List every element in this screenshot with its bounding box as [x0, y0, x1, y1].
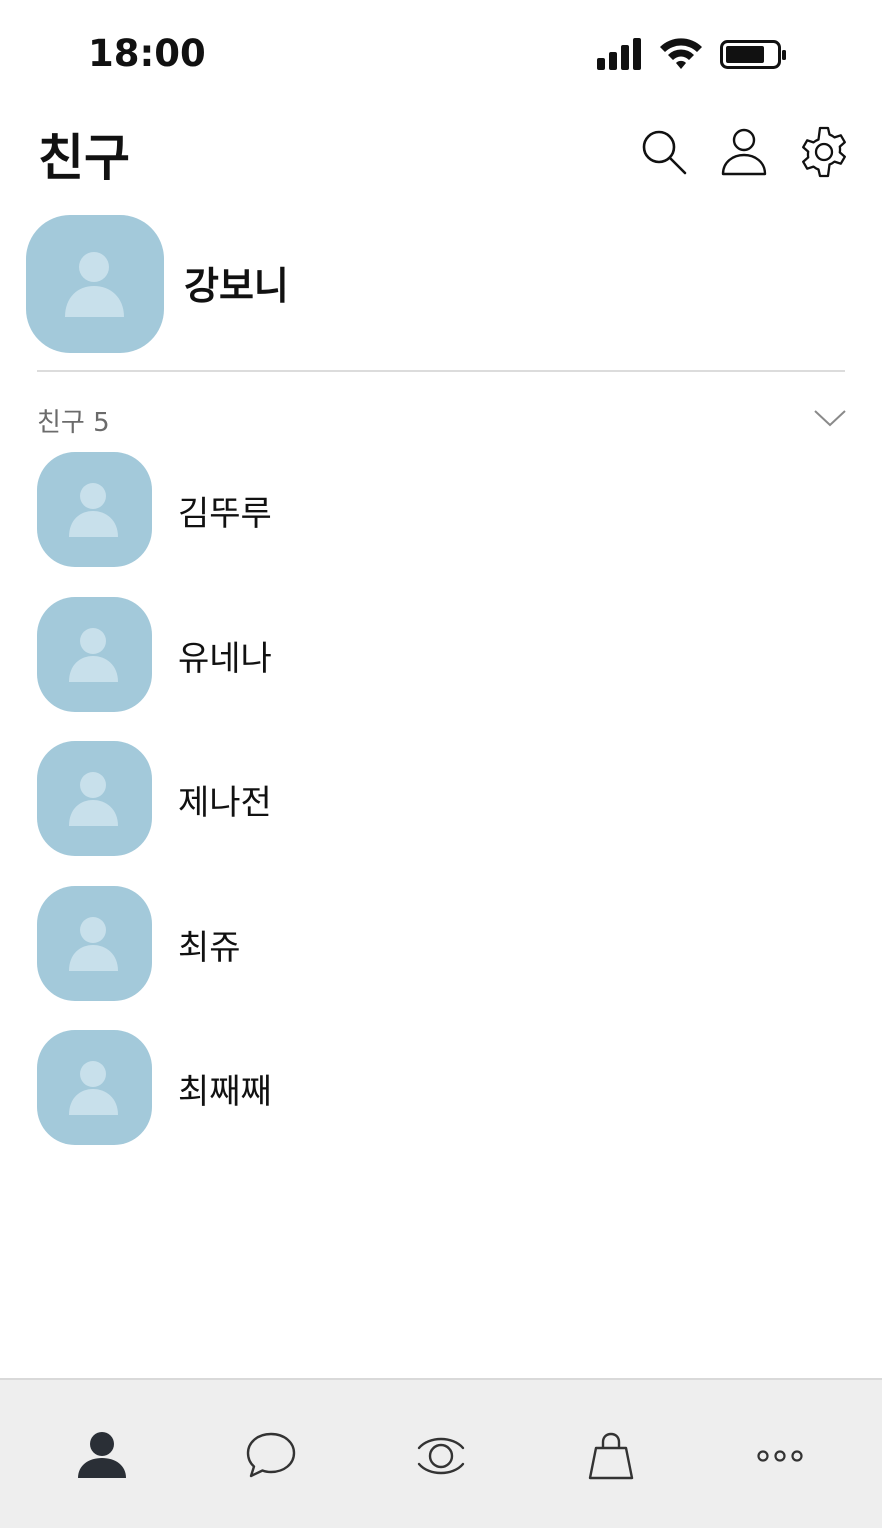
friend-name: 제나전: [178, 783, 272, 823]
avatar: [26, 215, 164, 353]
avatar: [37, 741, 152, 856]
list-item[interactable]: 제나전: [37, 741, 845, 886]
more-tab-icon: [757, 1450, 803, 1462]
friend-name: 최째째: [178, 1072, 272, 1112]
friend-name: 최쥬: [178, 927, 241, 968]
gear-icon: [802, 126, 846, 178]
friend-name: 김뚜루: [178, 494, 272, 534]
battery-icon: [720, 40, 786, 69]
friends-screen: 18:00 친구 강보니 친구 5 김뚜루 유네나 제나전 최쥬 최째째: [0, 0, 882, 1528]
default-avatar-icon: [69, 772, 118, 826]
settings-button[interactable]: [796, 124, 852, 180]
list-item[interactable]: 최쥬: [37, 885, 845, 1031]
my-profile-row[interactable]: 강보니: [26, 215, 846, 355]
avatar: [37, 1030, 152, 1145]
tab-view[interactable]: [411, 1426, 471, 1486]
list-item[interactable]: 유네나: [37, 596, 845, 742]
list-item[interactable]: 최째째: [37, 1030, 845, 1175]
default-avatar-icon: [69, 627, 118, 682]
avatar: [37, 596, 152, 712]
friend-name: 유네나: [178, 638, 272, 679]
wifi-icon: [660, 38, 702, 69]
chevron-down-icon: [814, 410, 846, 427]
friends-section-toggle[interactable]: [812, 406, 848, 430]
view-tab-icon: [417, 1437, 465, 1475]
add-friend-button[interactable]: [716, 124, 772, 180]
list-item[interactable]: 김뚜루: [37, 452, 845, 597]
search-icon: [642, 130, 687, 175]
cellular-signal-icon: [597, 38, 641, 70]
search-button[interactable]: [636, 124, 692, 180]
page-title: 친구: [38, 129, 130, 187]
my-profile-name: 강보니: [184, 264, 289, 308]
add-friend-icon: [721, 128, 767, 176]
divider: [37, 370, 845, 372]
status-icons: [596, 36, 796, 72]
bottom-tab-bar: [0, 1378, 882, 1528]
avatar: [37, 452, 152, 567]
friends-count-label: 친구 5: [37, 408, 110, 438]
status-time: 18:00: [88, 32, 206, 75]
tab-chats[interactable]: [241, 1426, 301, 1486]
shopping-tab-icon: [588, 1432, 634, 1480]
friend-list: 김뚜루 유네나 제나전 최쥬 최째째: [37, 452, 845, 1175]
tab-friends[interactable]: [72, 1426, 132, 1486]
avatar: [37, 885, 152, 1001]
tab-shopping[interactable]: [581, 1426, 641, 1486]
chat-tab-icon: [246, 1432, 296, 1478]
tab-more[interactable]: [750, 1426, 810, 1486]
default-avatar-icon: [69, 483, 118, 537]
default-avatar-icon: [69, 1061, 118, 1115]
friends-tab-icon: [78, 1432, 126, 1478]
default-avatar-icon: [65, 252, 124, 317]
default-avatar-icon: [69, 916, 118, 971]
